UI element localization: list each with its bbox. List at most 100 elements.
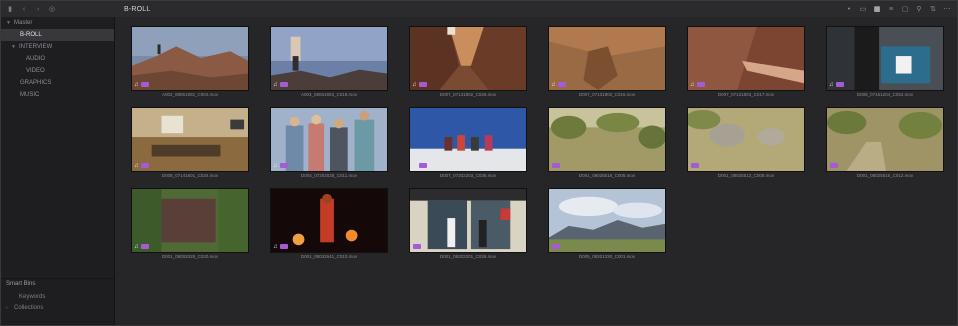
clip-thumbnail[interactable]: ♫ xyxy=(131,188,249,253)
clip-name: D001_08002028_C020.mov xyxy=(161,254,219,259)
clip-item[interactable]: ♫ D004_07202028_C011.mov xyxy=(270,107,388,180)
video-badge-icon xyxy=(836,82,844,87)
clip-item[interactable]: ♫ D007_07131803_C017.mov xyxy=(687,26,805,99)
clip-thumbnail[interactable]: ♫ xyxy=(270,26,388,91)
video-badge-icon xyxy=(697,82,705,87)
audio-icon: ♫ xyxy=(690,82,695,88)
metadata-view-icon[interactable]: ▢ xyxy=(901,6,909,13)
thumbnail-view-icon[interactable]: ▦ xyxy=(873,6,881,13)
toolbar-right-group: • ▭ ▦ ≡ ▢ ⚲ ⇅ ⋯ xyxy=(845,1,951,17)
video-badge-icon xyxy=(280,244,288,249)
clip-name: D008_07141601_C034.mov xyxy=(161,173,219,178)
clip-thumbnail-grid: ♫ A002_08061902_C004.mov ♫ A003_08061903… xyxy=(115,17,957,325)
clip-thumbnail[interactable] xyxy=(548,188,666,253)
clip-item[interactable]: ♫ D007_07131802_C016.mov xyxy=(548,26,666,99)
panel-toggle-icon[interactable]: ▮ xyxy=(6,6,14,13)
clip-name: D001_08025518_C005.mov xyxy=(578,173,636,178)
clip-name: A003_08061903_C018.mov xyxy=(300,92,358,97)
clip-thumbnail[interactable]: ♫ xyxy=(131,26,249,91)
bin-item-label: INTERVIEW xyxy=(19,44,53,50)
clip-item[interactable]: ♫ D008_07141601_C034.mov xyxy=(131,107,249,180)
bin-item-interview[interactable]: ▼ INTERVIEW xyxy=(1,41,114,53)
smart-bin-collections[interactable]: › Collections xyxy=(1,303,114,314)
bin-item-label: MUSIC xyxy=(20,92,40,98)
video-badge-icon xyxy=(280,82,288,87)
audio-icon: ♫ xyxy=(551,82,556,88)
chevron-right-icon[interactable]: › xyxy=(6,303,14,314)
forward-icon[interactable]: › xyxy=(34,6,42,13)
clip-item[interactable]: D001_08202201_C026.mov xyxy=(409,188,527,261)
clip-thumbnail[interactable] xyxy=(826,107,944,172)
master-bin[interactable]: ▼ Master xyxy=(1,17,114,29)
chevron-down-icon[interactable]: ▼ xyxy=(11,41,19,53)
clip-thumbnail[interactable]: ♫ xyxy=(826,26,944,91)
filmstrip-view-icon[interactable]: ▭ xyxy=(859,6,867,13)
clip-name: D007_07202203_C036.mov xyxy=(439,173,497,178)
clip-item[interactable]: ♫ D007_07202203_C036.mov xyxy=(409,107,527,180)
audio-icon: ♫ xyxy=(273,82,278,88)
smart-bins-heading[interactable]: Smart Bins xyxy=(1,278,114,289)
audio-icon: ♫ xyxy=(829,82,834,88)
audio-icon: ♫ xyxy=(273,244,278,250)
video-badge-icon xyxy=(691,163,699,168)
clip-name: D007_07131802_C026.mov xyxy=(439,92,497,97)
bin-list-sidebar: ▼ Master B-ROLL ▼ INTERVIEW AUDIO VIDEO GR… xyxy=(1,17,115,325)
clip-item[interactable]: ♫ D007_07131802_C026.mov xyxy=(409,26,527,99)
smart-bin-keywords[interactable]: Keywords xyxy=(1,292,114,303)
clip-item[interactable]: ♫ A003_08061903_C018.mov xyxy=(270,26,388,99)
clip-item[interactable]: ♫ A002_08061902_C004.mov xyxy=(131,26,249,99)
video-badge-icon xyxy=(419,82,427,87)
clip-name: D007_07131802_C016.mov xyxy=(578,92,636,97)
clip-name: D001_08025513_C008.mov xyxy=(717,173,775,178)
clip-item[interactable]: ♫ D001_08002028_C020.mov xyxy=(131,188,249,261)
audio-icon: ♫ xyxy=(412,163,417,169)
clip-thumbnail[interactable] xyxy=(548,107,666,172)
clip-item[interactable]: ♫ D001_08032641_C010.mov xyxy=(270,188,388,261)
clip-thumbnail[interactable]: ♫ xyxy=(548,26,666,91)
chevron-down-icon[interactable]: ▼ xyxy=(6,17,14,29)
video-badge-icon xyxy=(830,163,838,168)
video-badge-icon xyxy=(141,244,149,249)
video-badge-icon xyxy=(141,82,149,87)
clip-thumbnail[interactable]: ♫ xyxy=(687,26,805,91)
clip-thumbnail[interactable] xyxy=(409,188,527,253)
bin-item-audio[interactable]: AUDIO xyxy=(1,53,114,65)
video-badge-icon xyxy=(413,244,421,249)
bin-item-label: B-ROLL xyxy=(20,32,42,38)
clip-thumbnail[interactable]: ♫ xyxy=(409,107,527,172)
clip-item[interactable]: ♫ D008_07161204_C052.mov xyxy=(826,26,944,99)
options-icon[interactable]: ⋯ xyxy=(943,6,951,13)
clip-thumbnail[interactable] xyxy=(687,107,805,172)
list-view-icon[interactable]: ≡ xyxy=(887,6,895,13)
clip-name: D001_08025516_C012.mov xyxy=(856,173,914,178)
video-badge-icon xyxy=(558,82,566,87)
sort-icon[interactable]: ⇅ xyxy=(929,6,937,13)
clip-item[interactable]: D005_08201330_C001.mov xyxy=(548,188,666,261)
dot-icon[interactable]: • xyxy=(845,6,853,13)
smart-bin-icon[interactable]: ◎ xyxy=(48,6,56,13)
audio-icon: ♫ xyxy=(412,82,417,88)
clip-item[interactable]: D001_08025513_C008.mov xyxy=(687,107,805,180)
bin-item-music[interactable]: MUSIC xyxy=(1,89,114,101)
bin-item-label: AUDIO xyxy=(26,56,46,62)
bin-item-video[interactable]: VIDEO xyxy=(1,65,114,77)
toolbar-left-group: ▮ ‹ › ◎ xyxy=(1,6,116,13)
back-icon[interactable]: ‹ xyxy=(20,6,28,13)
clip-item[interactable]: D001_08025516_C012.mov xyxy=(826,107,944,180)
bin-item-b-roll[interactable]: B-ROLL xyxy=(1,29,114,41)
clip-thumbnail[interactable]: ♫ xyxy=(409,26,527,91)
clip-item[interactable]: D001_08025518_C005.mov xyxy=(548,107,666,180)
clip-name: A002_08061902_C004.mov xyxy=(161,92,219,97)
clip-thumbnail[interactable]: ♫ xyxy=(131,107,249,172)
clip-name: D001_08032641_C010.mov xyxy=(300,254,358,259)
clip-thumbnail[interactable]: ♫ xyxy=(270,188,388,253)
clip-thumbnail[interactable]: ♫ xyxy=(270,107,388,172)
search-icon[interactable]: ⚲ xyxy=(915,6,923,13)
clip-name: D007_07131803_C017.mov xyxy=(717,92,775,97)
clip-name: D008_07161204_C052.mov xyxy=(856,92,914,97)
audio-icon: ♫ xyxy=(134,244,139,250)
bin-item-label: VIDEO xyxy=(26,68,45,74)
video-badge-icon xyxy=(141,163,149,168)
clip-name: D005_08201330_C001.mov xyxy=(578,254,636,259)
bin-item-graphics[interactable]: GRAPHICS xyxy=(1,77,114,89)
